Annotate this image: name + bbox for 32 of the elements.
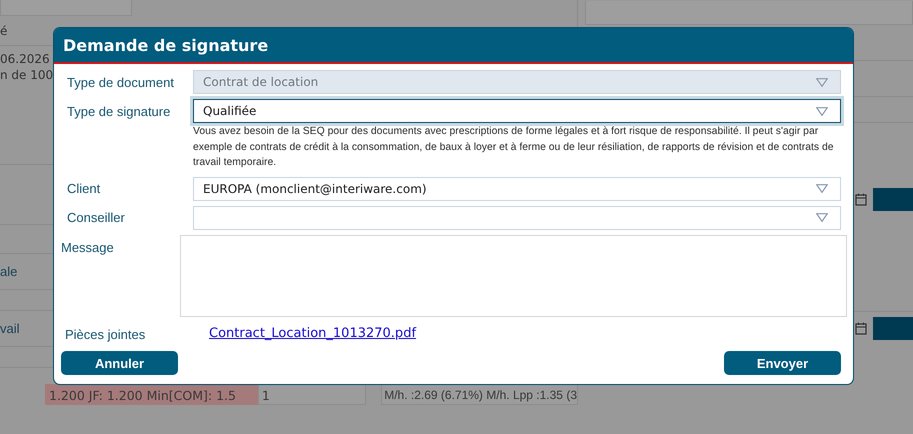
dropdown: Contrat de location — [193, 70, 841, 94]
field-label: Pièces jointes — [64, 326, 146, 342]
calendar-icon — [855, 322, 867, 335]
dialog-title: Demande de signature — [63, 36, 268, 54]
attachment-link[interactable]: Contract_Location_1013270.pdf — [209, 326, 416, 340]
date-text: 06.2026 — [0, 52, 50, 66]
button[interactable] — [873, 317, 913, 340]
help-text: Vous avez besoin de la SEQ pour des documents avec prescriptions de forme légales et à fort risque de responsabilité. Il peut s'agir par exemple de contrats de crédit à la consommation, de baux à loyer et à ferme ou de leur résiliation, de rapports de révision et de contrats de travail temporaire. — [193, 125, 835, 170]
cancel-button[interactable]: Annuler — [61, 351, 178, 375]
dropdown[interactable]: EUROPA (monclient@interiware.com) — [193, 176, 841, 200]
send-button[interactable]: Envoyer — [724, 351, 841, 375]
caret-icon — [816, 78, 828, 86]
caret-icon — [816, 184, 828, 193]
button[interactable] — [873, 188, 913, 211]
caret-icon — [816, 213, 828, 222]
calendar-icon — [855, 193, 867, 206]
status-cell: 1.200 JF: 1.200 Min[COM]: 1.5 — [45, 384, 258, 405]
field-label: Type de document — [66, 74, 175, 90]
field-label: vail — [0, 321, 20, 336]
field-label: Type de signature — [66, 104, 172, 118]
status-cell: M/h. :2.69 (6.71%) M/h. Lpp :1.35 (3 — [381, 384, 578, 405]
field-label: ale — [0, 264, 18, 279]
column-header: é — [0, 24, 8, 38]
field-label: Message — [61, 238, 115, 257]
message-field[interactable] — [180, 234, 847, 316]
status-cell: 1 — [258, 384, 366, 405]
field-label: Conseiller — [66, 210, 126, 225]
description-text: n de 100 — [0, 68, 54, 82]
dropdown[interactable] — [193, 206, 841, 230]
field-label: Client — [66, 181, 102, 196]
caret-icon — [816, 106, 828, 116]
dropdown[interactable]: Qualifiée — [193, 99, 841, 123]
